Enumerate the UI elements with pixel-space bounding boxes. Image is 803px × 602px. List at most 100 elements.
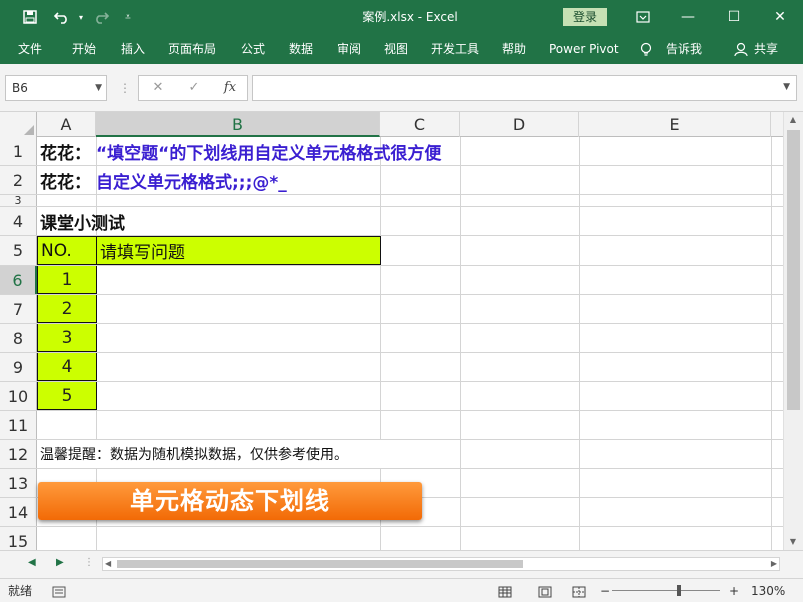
formula-input[interactable]: ▼: [252, 75, 797, 101]
cell-b2[interactable]: 自定义单元格格式;;;@*_: [96, 166, 287, 194]
enter-icon[interactable]: ✓: [179, 76, 209, 100]
horizontal-scrollbar[interactable]: ◀ ▶: [102, 557, 780, 571]
cell-a5[interactable]: NO.: [37, 236, 97, 265]
cell-a8[interactable]: 3: [37, 324, 97, 352]
login-button[interactable]: 登录: [563, 8, 607, 26]
normal-view-icon[interactable]: [498, 579, 512, 602]
tab-page-layout[interactable]: 页面布局: [168, 34, 216, 64]
row-header-7[interactable]: 7: [0, 295, 37, 323]
row-9: 9 4: [0, 353, 783, 382]
row-header-1[interactable]: 1: [0, 137, 37, 165]
scroll-right-icon[interactable]: ▶: [771, 558, 777, 570]
row-header-5[interactable]: 5: [0, 236, 37, 265]
accessibility-icon[interactable]: [52, 579, 66, 602]
column-header-d[interactable]: D: [460, 112, 579, 137]
row-10: 10 5: [0, 382, 783, 411]
chevron-down-icon[interactable]: ▼: [95, 76, 102, 100]
name-box[interactable]: B6 ▼: [5, 75, 107, 101]
status-bar: 就绪 − + 130%: [0, 578, 803, 602]
row-7: 7 2: [0, 295, 783, 324]
lightbulb-icon[interactable]: [640, 34, 652, 64]
undo-dropdown-icon[interactable]: ▾: [76, 0, 86, 34]
cell-a12[interactable]: 温馨提醒：数据为随机模拟数据，仅供参考使用。: [37, 440, 348, 468]
row-header-14[interactable]: 14: [0, 498, 37, 526]
scroll-left-icon[interactable]: ◀: [105, 558, 111, 570]
insert-function-icon[interactable]: fx: [215, 76, 245, 100]
ribbon-tabs: 文件 开始 插入 页面布局 公式 数据 审阅 视图 开发工具 帮助 Power …: [0, 34, 803, 64]
row-3: 3: [0, 195, 783, 207]
tab-developer[interactable]: 开发工具: [431, 34, 479, 64]
column-header-e[interactable]: E: [579, 112, 771, 137]
vertical-scrollbar[interactable]: ▲ ▼: [783, 112, 803, 550]
tab-data[interactable]: 数据: [289, 34, 313, 64]
banner-shape[interactable]: 单元格动态下划线: [38, 482, 422, 520]
customize-qat-icon[interactable]: ⩡: [120, 0, 136, 34]
select-all-button[interactable]: [0, 112, 37, 137]
cell-b5[interactable]: 请填写问题: [96, 236, 381, 265]
cell-a7[interactable]: 2: [37, 295, 97, 323]
zoom-slider-thumb[interactable]: [677, 585, 681, 596]
cancel-icon[interactable]: ✕: [143, 76, 173, 100]
cell-a6[interactable]: 1: [37, 266, 97, 294]
zoom-slider-track[interactable]: [612, 590, 720, 591]
cell-b1[interactable]: “填空题“的下划线用自定义单元格格式很方便: [96, 137, 441, 165]
cell-a4[interactable]: 课堂小测试: [40, 207, 125, 235]
minimize-button[interactable]: —: [666, 0, 710, 34]
page-layout-view-icon[interactable]: [538, 579, 552, 602]
ribbon-display-icon[interactable]: [626, 0, 660, 34]
row-header-10[interactable]: 10: [0, 382, 37, 410]
horizontal-scroll-thumb[interactable]: [117, 560, 523, 568]
tab-formulas[interactable]: 公式: [241, 34, 265, 64]
zoom-level[interactable]: 130%: [751, 579, 785, 602]
row-header-15[interactable]: 15: [0, 527, 37, 550]
scroll-down-icon[interactable]: ▼: [784, 534, 802, 550]
expand-formula-icon[interactable]: ▼: [783, 82, 790, 92]
sheet-next-icon[interactable]: ▶: [56, 557, 64, 568]
tab-help[interactable]: 帮助: [502, 34, 526, 64]
cell-a2[interactable]: 花花：: [40, 166, 91, 194]
column-header-b[interactable]: B: [96, 112, 380, 137]
restore-button[interactable]: ☐: [712, 0, 756, 34]
save-icon[interactable]: [18, 0, 42, 34]
redo-icon[interactable]: [88, 0, 114, 34]
row-header-12[interactable]: 12: [0, 440, 37, 468]
sheet-prev-icon[interactable]: ◀: [28, 557, 36, 568]
scroll-up-icon[interactable]: ▲: [784, 112, 802, 128]
column-header-a[interactable]: A: [37, 112, 96, 137]
row-header-3[interactable]: 3: [0, 195, 37, 206]
row-header-9[interactable]: 9: [0, 353, 37, 381]
row-8: 8 3: [0, 324, 783, 353]
tab-home[interactable]: 开始: [72, 34, 96, 64]
tab-view[interactable]: 视图: [384, 34, 408, 64]
status-ready: 就绪: [8, 584, 33, 598]
row-header-8[interactable]: 8: [0, 324, 37, 352]
cell-a10[interactable]: 5: [37, 382, 97, 410]
tab-power-pivot[interactable]: Power Pivot: [549, 34, 619, 64]
page-break-view-icon[interactable]: [572, 579, 586, 602]
zoom-in-button[interactable]: +: [729, 579, 739, 602]
zoom-out-button[interactable]: −: [600, 579, 610, 602]
row-header-11[interactable]: 11: [0, 411, 37, 439]
close-button[interactable]: ✕: [758, 0, 802, 34]
row-header-4[interactable]: 4: [0, 207, 37, 235]
drag-handle-icon[interactable]: ⋮: [119, 81, 131, 95]
tab-review[interactable]: 审阅: [337, 34, 361, 64]
column-header-c[interactable]: C: [380, 112, 460, 137]
row-15: 15: [0, 527, 783, 550]
row-1: 1 花花： “填空题“的下划线用自定义单元格格式很方便: [0, 137, 783, 166]
sheet-split-icon[interactable]: ⋮: [84, 557, 94, 568]
cell-a9[interactable]: 4: [37, 353, 97, 381]
worksheet-grid[interactable]: A B C D E 1 花花： “填空题“的下划线用自定义单元格格式很方便 2 …: [0, 112, 783, 550]
vertical-scroll-thumb[interactable]: [787, 130, 800, 410]
undo-icon[interactable]: [48, 0, 76, 34]
cell-a1[interactable]: 花花：: [40, 137, 91, 165]
share-button[interactable]: 共享: [754, 34, 778, 64]
row-header-2[interactable]: 2: [0, 166, 37, 194]
tell-me-search[interactable]: 告诉我: [666, 34, 702, 64]
tab-insert[interactable]: 插入: [121, 34, 145, 64]
tab-file[interactable]: 文件: [18, 34, 42, 64]
row-header-13[interactable]: 13: [0, 469, 37, 497]
title-bar: ▾ ⩡ 案例.xlsx - Excel 登录 — ☐ ✕: [0, 0, 803, 34]
row-header-6[interactable]: 6: [0, 266, 37, 294]
share-icon[interactable]: [734, 34, 748, 64]
